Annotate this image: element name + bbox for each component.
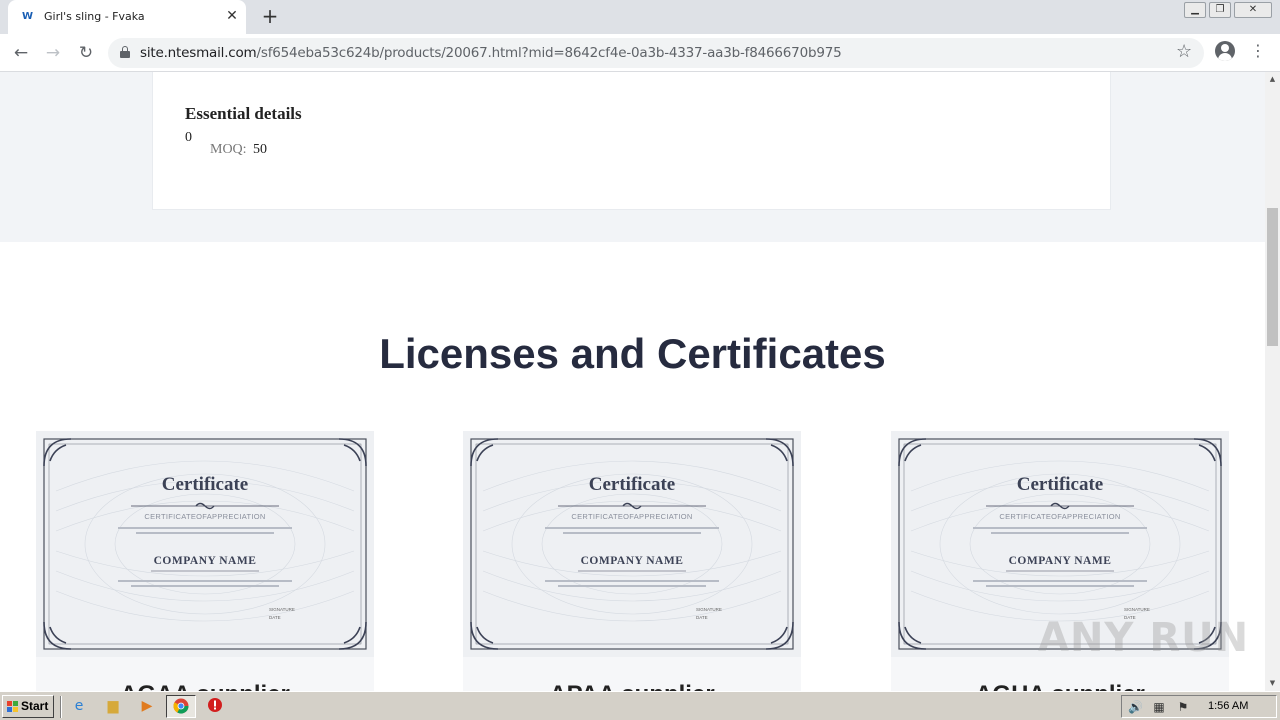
page-viewport: Essential details 0 MOQ: 50 Licenses and… bbox=[0, 72, 1265, 691]
browser-menu-icon[interactable]: ⋮ bbox=[1250, 42, 1266, 60]
scroll-up-arrow-icon[interactable]: ▲ bbox=[1265, 72, 1280, 87]
anyrun-watermark: ANY RUN bbox=[1038, 615, 1250, 661]
url-text: site.ntesmail.com/sf654eba53c624b/produc… bbox=[140, 45, 842, 61]
windows-taskbar: Start e ▆ ▶ 🔊 ▦ ⚑ 1:56 AM bbox=[0, 691, 1280, 720]
forward-button[interactable]: → bbox=[42, 42, 64, 64]
back-button[interactable]: ← bbox=[10, 42, 32, 64]
chrome-taskbar-button[interactable] bbox=[166, 695, 196, 718]
certificate-subtitle: CERTIFICATEOFAPPRECIATION bbox=[999, 512, 1121, 521]
details-section: Essential details 0 MOQ: 50 bbox=[0, 72, 1265, 242]
certificate-caption: AGAA supplier bbox=[36, 681, 374, 691]
taskbar-separator bbox=[60, 696, 62, 718]
bookmark-star-icon[interactable]: ☆ bbox=[1176, 41, 1192, 62]
stop-icon[interactable] bbox=[206, 697, 224, 715]
certificate-date-label: DATE bbox=[696, 615, 708, 620]
url-path: /sf654eba53c624b/products/20067.html?mid… bbox=[256, 45, 842, 61]
taskbar-clock: 1:56 AM bbox=[1208, 700, 1249, 712]
certificate-caption: APAA supplier bbox=[463, 681, 801, 691]
certificate-card[interactable]: Certificate CERTIFICATEOFAPPRECIATION CO… bbox=[36, 431, 374, 691]
certificate-signature-label: SIGNATURE bbox=[1124, 607, 1150, 612]
restore-button[interactable]: ❐ bbox=[1209, 2, 1231, 18]
certificate-signature-label: SIGNATURE bbox=[696, 607, 722, 612]
address-bar[interactable]: site.ntesmail.com/sf654eba53c624b/produc… bbox=[108, 38, 1204, 68]
reload-button[interactable]: ↻ bbox=[75, 42, 97, 64]
certificate-subtitle: CERTIFICATEOFAPPRECIATION bbox=[571, 512, 693, 521]
certificate-card[interactable]: Certificate CERTIFICATEOFAPPRECIATION CO… bbox=[463, 431, 801, 691]
system-tray: 🔊 ▦ ⚑ 1:56 AM bbox=[1121, 695, 1277, 718]
tab-strip: W Girl's sling - Fvaka ✕ + ▁ ❐ ✕ bbox=[0, 0, 1280, 34]
profile-avatar-icon[interactable] bbox=[1215, 41, 1235, 61]
volume-icon[interactable]: 🔊 bbox=[1128, 700, 1143, 714]
certificate-title: Certificate bbox=[1016, 474, 1104, 495]
certificate-date-label: DATE bbox=[269, 615, 281, 620]
chrome-icon bbox=[172, 698, 190, 716]
explorer-icon[interactable]: ▆ bbox=[104, 697, 122, 715]
essential-details-card: Essential details 0 MOQ: 50 bbox=[152, 72, 1111, 210]
page-scrollbar[interactable]: ▲ ▼ bbox=[1265, 72, 1280, 691]
scroll-down-arrow-icon[interactable]: ▼ bbox=[1265, 676, 1280, 691]
certificate-company: COMPANY NAME bbox=[153, 555, 257, 567]
window-close-button[interactable]: ✕ bbox=[1234, 2, 1272, 18]
fvaka-logo-icon: W bbox=[22, 11, 34, 22]
scroll-thumb[interactable] bbox=[1267, 208, 1278, 346]
certificate-caption: AGHA supplier bbox=[891, 681, 1229, 691]
windows-flag-icon bbox=[7, 701, 18, 712]
certificate-subtitle: CERTIFICATEOFAPPRECIATION bbox=[144, 512, 266, 521]
network-icon[interactable]: ▦ bbox=[1152, 700, 1166, 714]
details-index: 0 bbox=[185, 130, 192, 145]
licenses-heading: Licenses and Certificates bbox=[379, 330, 886, 377]
certificate-image: Certificate CERTIFICATEOFAPPRECIATION CO… bbox=[36, 431, 374, 657]
certificate-company: COMPANY NAME bbox=[1008, 555, 1112, 567]
essential-details-title: Essential details bbox=[185, 104, 302, 123]
certificate-company: COMPANY NAME bbox=[580, 555, 684, 567]
certificate-title: Certificate bbox=[588, 474, 676, 495]
action-center-flag-icon[interactable]: ⚑ bbox=[1176, 700, 1190, 714]
tab-close-icon[interactable]: ✕ bbox=[224, 8, 240, 24]
new-tab-button[interactable]: + bbox=[258, 5, 282, 29]
certificate-signature-label: SIGNATURE bbox=[269, 607, 295, 612]
browser-toolbar: ← → ↻ site.ntesmail.com/sf654eba53c624b/… bbox=[0, 34, 1280, 72]
url-host: site.ntesmail.com bbox=[140, 45, 257, 61]
moq-value: 50 bbox=[253, 142, 267, 157]
certificate-image: Certificate CERTIFICATEOFAPPRECIATION CO… bbox=[463, 431, 801, 657]
media-player-icon[interactable]: ▶ bbox=[138, 697, 156, 715]
minimize-button[interactable]: ▁ bbox=[1184, 2, 1206, 18]
ie-icon[interactable]: e bbox=[70, 697, 88, 715]
lock-icon bbox=[120, 46, 130, 58]
moq-label: MOQ: bbox=[210, 142, 247, 157]
browser-tab[interactable]: W Girl's sling - Fvaka ✕ bbox=[8, 0, 246, 34]
tab-title: Girl's sling - Fvaka bbox=[44, 10, 145, 23]
certificate-title: Certificate bbox=[161, 474, 249, 495]
start-button[interactable]: Start bbox=[2, 695, 54, 718]
start-label: Start bbox=[21, 699, 49, 713]
